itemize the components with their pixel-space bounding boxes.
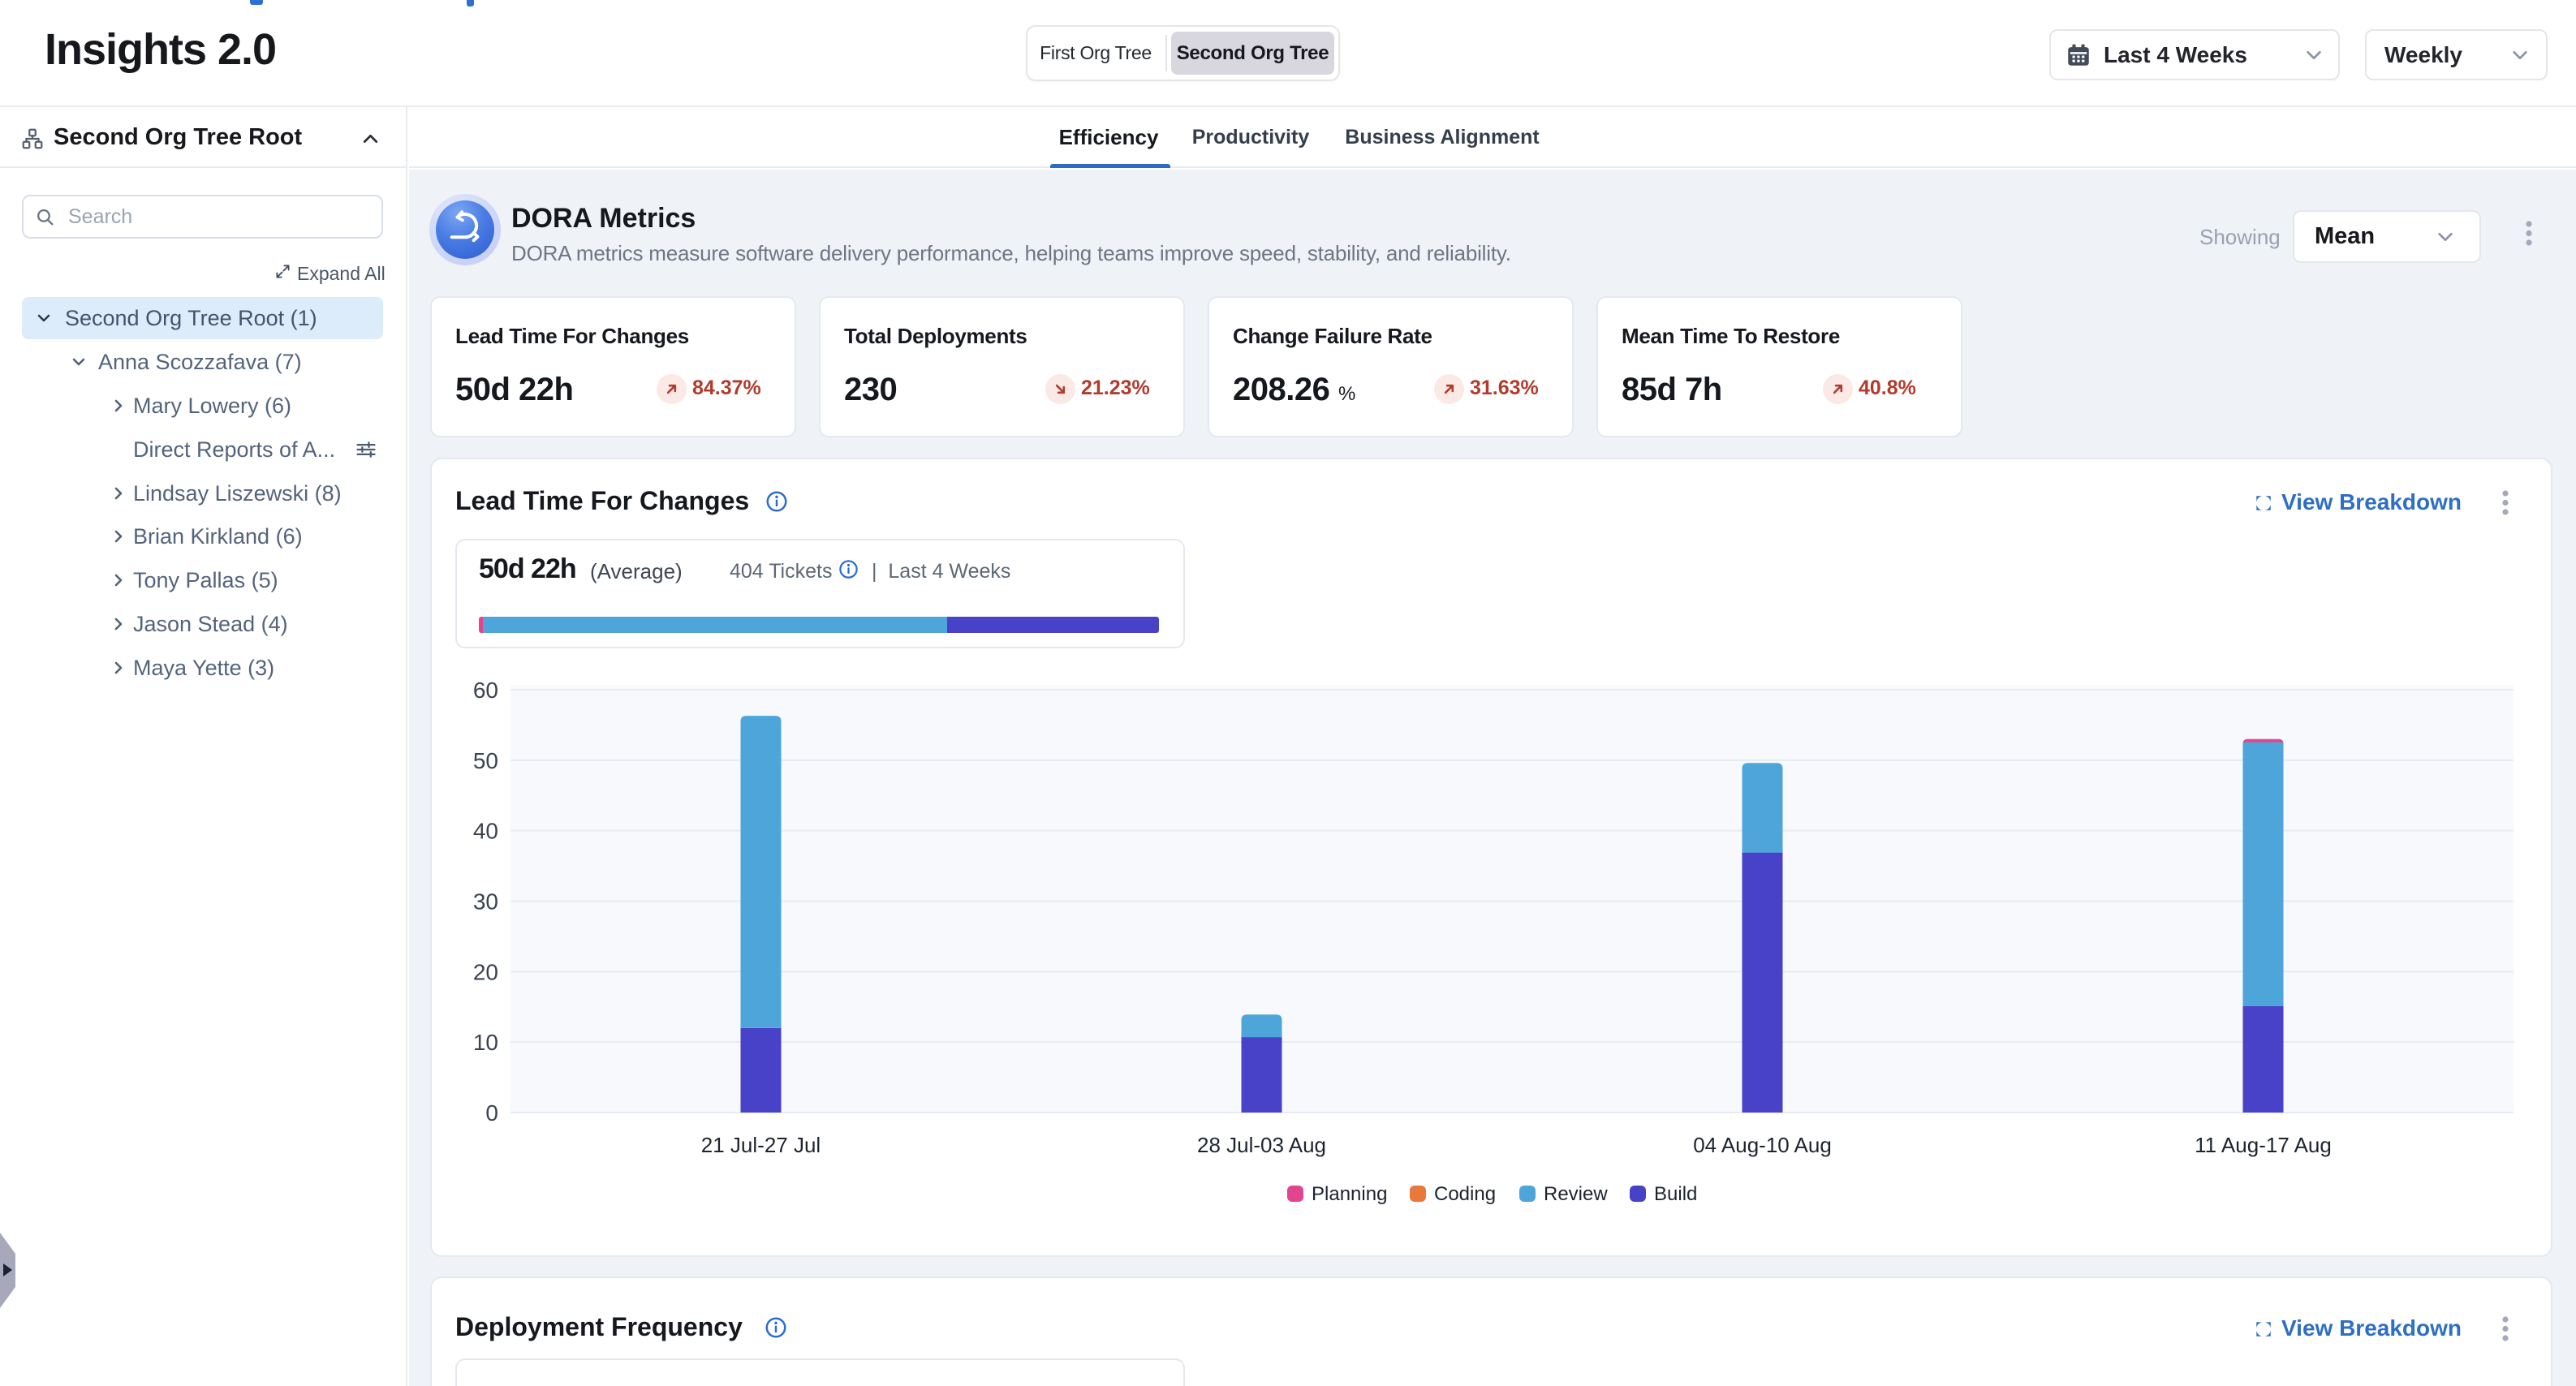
svg-text:0: 0 [485,1100,498,1126]
svg-text:10: 10 [473,1030,498,1055]
svg-text:20: 20 [473,959,498,984]
svg-text:Build: Build [1654,1183,1697,1205]
svg-text:Planning: Planning [1312,1183,1387,1205]
svg-text:30: 30 [473,889,498,915]
svg-text:40: 40 [473,819,498,844]
svg-text:11 Aug-17 Aug: 11 Aug-17 Aug [2195,1133,2332,1157]
svg-text:60: 60 [473,678,498,703]
svg-text:28 Jul-03 Aug: 28 Jul-03 Aug [1197,1133,1326,1157]
svg-text:Coding: Coding [1434,1183,1496,1205]
svg-text:Review: Review [1544,1183,1608,1205]
svg-text:04 Aug-10 Aug: 04 Aug-10 Aug [1693,1133,1832,1157]
svg-text:50: 50 [473,748,498,773]
svg-text:21 Jul-27 Jul: 21 Jul-27 Jul [701,1133,821,1157]
